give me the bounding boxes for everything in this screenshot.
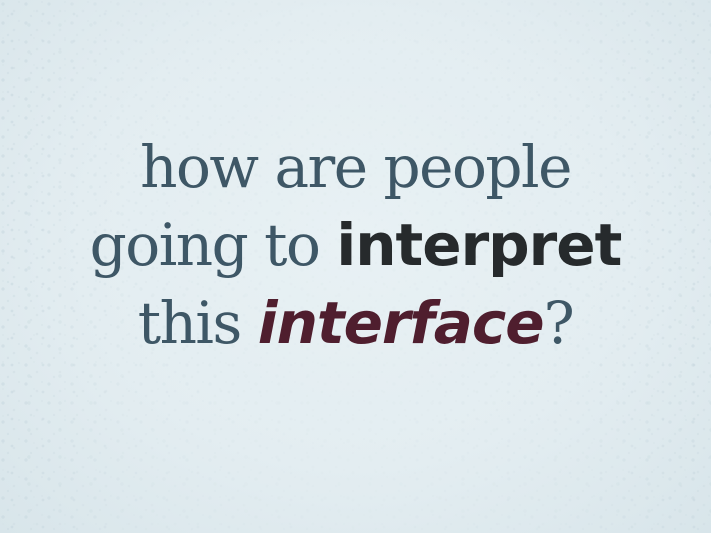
headline-line-1: how are people [140, 133, 572, 201]
slide-background: how are people going to interpret this i… [0, 0, 711, 533]
headline-line-3: this interface? [0, 284, 711, 362]
slide-headline: how are people going to interpret this i… [0, 128, 711, 362]
headline-line-2: going to interpret [0, 206, 711, 284]
question-mark: ? [543, 289, 575, 357]
emphasis-interpret: interpret [336, 211, 622, 279]
emphasis-interface: interface [257, 289, 545, 357]
headline-line-2-text: going to [89, 211, 337, 279]
headline-line-3-text: this [137, 289, 258, 357]
